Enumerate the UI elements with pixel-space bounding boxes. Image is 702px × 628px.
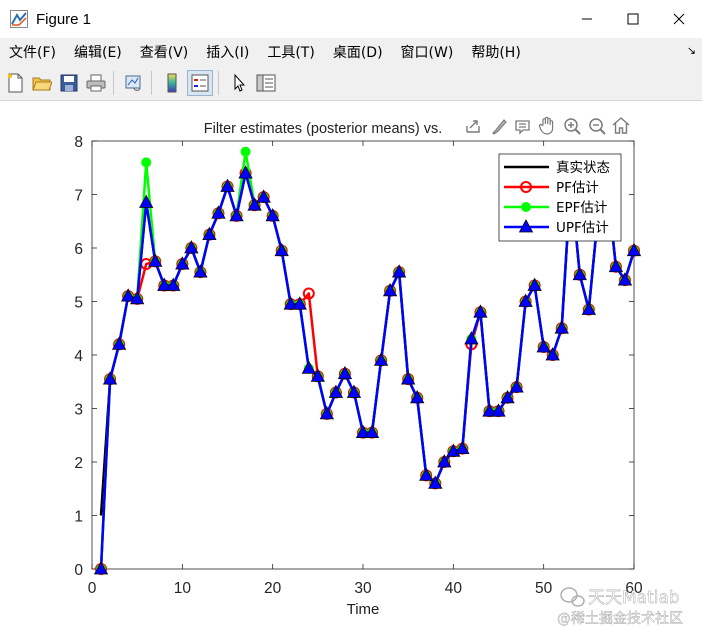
x-tick-label: 50 [535,580,553,597]
minimize-icon [582,18,592,20]
x-tick-label: 0 [88,580,97,597]
zoom-in-button[interactable] [564,118,581,135]
x-tick-label: 40 [445,580,463,597]
y-tick-label: 6 [74,241,83,258]
figure-toolbar [0,66,702,101]
print-icon [86,74,106,92]
axes-toolbar [466,116,630,135]
y-tick-label: 3 [74,402,83,419]
legend-button[interactable] [187,70,213,96]
menu-tools[interactable]: 工具(T) [258,42,323,62]
plot-canvas[interactable]: 0 10 20 30 40 50 60012345678 Filter estimates … [0,101,702,628]
toolbar-separator [218,71,219,95]
home-icon [612,117,630,134]
menu-bar: 文件(F) 编辑(E) 查看(V) 插入(I) 工具(T) 桌面(D) 窗口(W… [0,38,702,66]
epf-marker [240,146,251,157]
y-tick-label: 7 [74,188,83,205]
x-axis-label: Time [347,601,380,618]
pan-button[interactable] [538,116,554,135]
legend-label: UPF估计 [556,220,609,236]
y-tick-label: 4 [74,348,83,365]
legend[interactable]: 真实状态 PF估计 EPF估计 UPF估计 [498,153,622,242]
watermark-line1: 天天Matlab [588,588,680,608]
y-tick-label: 2 [74,455,83,472]
window-titlebar: Figure 1 [0,0,702,38]
legend-label: EPF估计 [556,200,607,216]
y-tick-label: 8 [74,134,83,151]
maximize-icon [627,13,639,25]
close-button[interactable] [656,0,702,38]
property-inspector-button[interactable] [254,70,278,96]
x-tick-label: 30 [354,580,372,597]
print-button[interactable] [84,70,108,96]
open-file-button[interactable] [30,70,54,96]
x-tick-label: 10 [174,580,192,597]
chart-title: Filter estimates (posterior means) vs. [204,121,443,137]
epf-marker [521,202,531,212]
property-inspector-icon [256,74,276,92]
pan-icon [538,116,554,135]
wechat-logo-icon [560,587,585,607]
menu-edit[interactable]: 编辑(E) [65,42,131,62]
legend-label: 真实状态 [556,160,610,176]
open-file-icon [32,77,52,91]
toolbar-separator [151,71,152,95]
new-figure-button[interactable] [3,70,27,96]
pointer-button[interactable] [227,70,251,96]
y-tick-label: 0 [74,562,83,579]
legend-icon [191,74,209,92]
export-icon [466,120,480,133]
epf-marker [141,157,152,168]
new-figure-icon [8,73,23,93]
save-button[interactable] [57,70,81,96]
window-title: Figure 1 [36,10,92,28]
legend-label: PF估计 [556,180,599,196]
data-tips-icon [515,120,530,135]
link-plot-button[interactable] [122,70,146,96]
dock-arrow-icon[interactable]: ↘ [687,44,696,57]
link-plot-icon [125,75,141,91]
pointer-icon [234,73,246,92]
home-button[interactable] [612,117,630,134]
close-icon [673,13,685,25]
zoom-out-icon [589,118,606,135]
data-tips-button[interactable] [515,120,530,135]
export-button[interactable] [466,120,480,133]
minimize-button[interactable] [564,0,610,38]
y-tick-label: 1 [74,509,83,526]
zoom-in-icon [564,118,581,135]
brush-icon [492,119,507,135]
matlab-logo-icon [10,10,28,28]
menu-insert[interactable]: 插入(I) [197,42,258,62]
save-icon [60,74,78,92]
figure-canvas: 0 10 20 30 40 50 60 0 1 2 3 4 5 6 7 8 Filter estimates … [0,101,702,628]
brush-button[interactable] [492,119,507,135]
x-tick-label: 20 [264,580,282,597]
toolbar-separator [113,71,114,95]
watermark-line2: @稀土掘金技术社区 [557,611,683,627]
y-tick-label: 5 [74,295,83,312]
menu-file[interactable]: 文件(F) [0,42,65,62]
menu-help[interactable]: 帮助(H) [462,42,529,62]
maximize-button[interactable] [610,0,656,38]
colorbar-icon [167,73,177,93]
menu-view[interactable]: 查看(V) [131,42,198,62]
colorbar-button[interactable] [160,70,184,96]
zoom-out-button[interactable] [589,118,606,135]
watermark: 天天Matlab @稀土掘金技术社区 [557,587,683,627]
menu-window[interactable]: 窗口(W) [392,42,463,62]
menu-desktop[interactable]: 桌面(D) [324,42,392,62]
